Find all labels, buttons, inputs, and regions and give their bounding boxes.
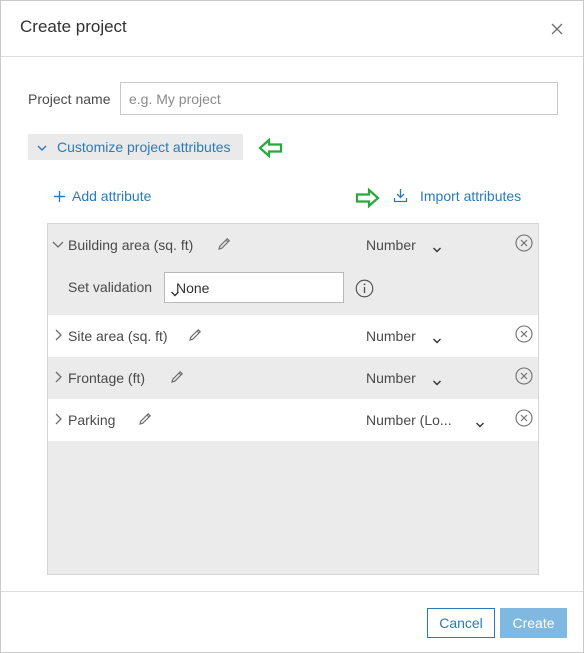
attribute-type-select[interactable]: Number (366, 328, 416, 344)
chevron-down-icon (475, 416, 485, 434)
create-button[interactable]: Create (500, 608, 567, 638)
project-name-input[interactable] (120, 82, 558, 115)
chevron-down-icon (432, 241, 442, 259)
remove-attribute-icon[interactable] (515, 325, 533, 343)
chevron-right-icon[interactable] (53, 370, 63, 389)
customize-attributes-label: Customize project attributes (57, 139, 231, 155)
attribute-row-frontage: Frontage (ft) Number (48, 357, 538, 399)
chevron-down-icon (432, 332, 442, 350)
attribute-name: Site area (sq. ft) (68, 328, 168, 344)
remove-attribute-icon[interactable] (515, 409, 533, 427)
chevron-down-icon (432, 374, 442, 392)
import-attributes-button[interactable]: Import attributes (393, 188, 521, 206)
attribute-name: Building area (sq. ft) (68, 237, 194, 253)
chevron-down-icon (36, 141, 48, 159)
remove-attribute-icon[interactable] (515, 367, 533, 385)
set-validation-label: Set validation (68, 279, 153, 295)
add-attribute-label: Add attribute (72, 188, 152, 204)
customize-attributes-toggle[interactable]: Customize project attributes (28, 134, 243, 160)
info-icon[interactable] (355, 279, 374, 298)
pencil-icon[interactable] (137, 411, 153, 427)
attribute-type-select[interactable]: Number (366, 370, 416, 386)
attribute-type-select[interactable]: Number (366, 237, 416, 253)
attribute-name: Parking (68, 412, 116, 428)
chevron-down-icon (170, 285, 331, 303)
pencil-icon[interactable] (216, 236, 232, 252)
dialog-header: Create project (1, 1, 583, 57)
attribute-row-building-area: Building area (sq. ft) Number Set valida… (48, 224, 538, 314)
create-project-dialog: Create project Project name Customize pr… (0, 0, 584, 653)
attribute-row-site-area: Site area (sq. ft) Number (48, 315, 538, 357)
dialog-title: Create project (20, 17, 127, 36)
attribute-type-select[interactable]: Number (Lo... (366, 412, 452, 428)
import-attributes-label: Import attributes (420, 188, 522, 204)
pencil-icon[interactable] (187, 327, 203, 343)
attribute-name: Frontage (ft) (68, 370, 146, 386)
attribute-list: Building area (sq. ft) Number Set valida… (47, 223, 539, 575)
arrow-left-annotation-icon (258, 137, 284, 164)
cancel-button[interactable]: Cancel (427, 608, 495, 638)
arrow-right-annotation-icon (354, 187, 380, 214)
validation-select[interactable]: None (164, 272, 344, 303)
attribute-row-parking: Parking Number (Lo... (48, 399, 538, 441)
close-icon[interactable] (547, 19, 567, 39)
download-icon (393, 188, 408, 206)
add-attribute-button[interactable]: Add attribute (53, 188, 151, 206)
pencil-icon[interactable] (169, 369, 185, 385)
dialog-footer: Cancel Create (1, 591, 583, 652)
project-name-label: Project name (28, 91, 111, 107)
chevron-right-icon[interactable] (53, 412, 63, 431)
plus-icon (53, 190, 66, 206)
remove-attribute-icon[interactable] (515, 234, 533, 252)
chevron-right-icon[interactable] (53, 328, 63, 347)
chevron-down-icon[interactable] (51, 238, 65, 256)
